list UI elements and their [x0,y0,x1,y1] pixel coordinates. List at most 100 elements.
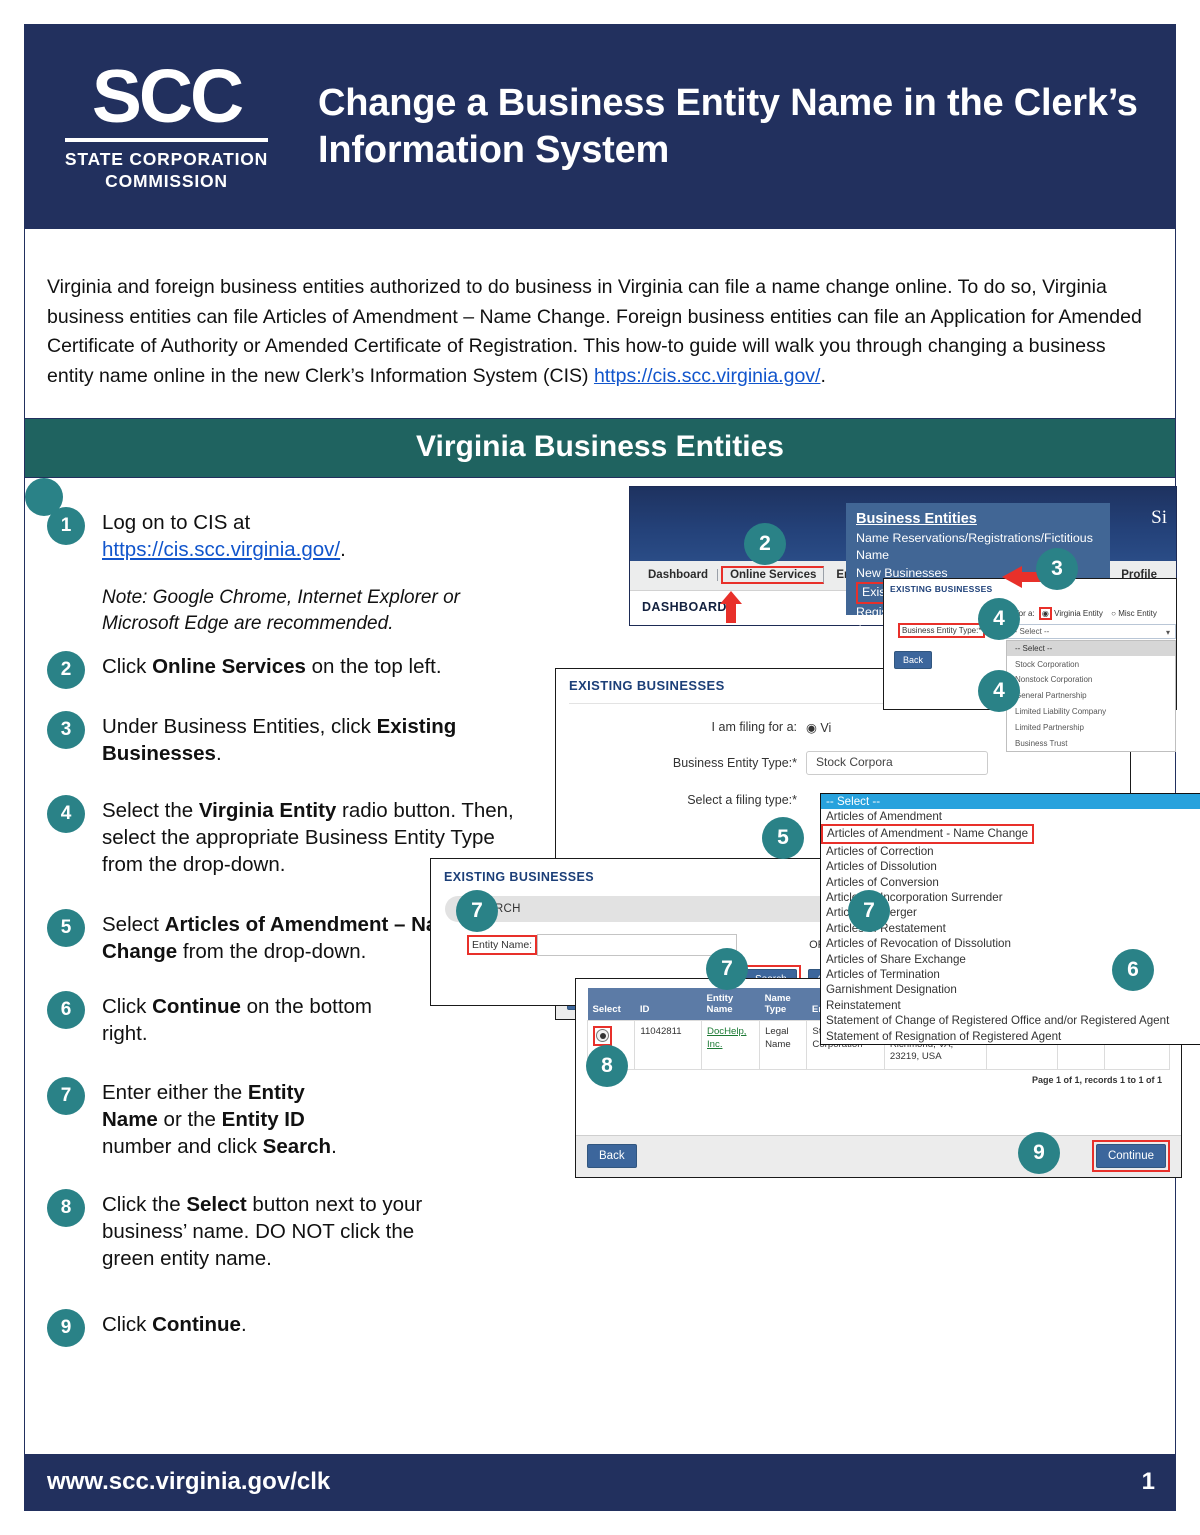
step-9-p1: Click [102,1312,153,1336]
nav-item-dashboard[interactable]: Dashboard [639,569,719,581]
select-radio[interactable] [596,1029,609,1043]
sign-out-text[interactable]: Si [1151,507,1167,529]
step-2: 2 Click Online Services on the top left. [47,650,517,689]
misc-entity-radio[interactable]: ○ [1111,609,1116,618]
page-footer: www.scc.virginia.gov/clk 1 [25,1454,1175,1510]
step-2-text: Click Online Services on the top left. [102,650,442,689]
results-back-button[interactable]: Back [587,1144,637,1168]
entity-name-input[interactable] [537,933,738,956]
callout-4-top-placeholder [25,477,63,516]
step-1-line: Log on to CIS at [102,510,251,534]
step-7-text: Enter either the Entity Name or the Enti… [102,1076,347,1161]
col-select: Select [587,987,635,1021]
step-5-p2: from the drop-down. [177,939,367,963]
cell-entity-name-link[interactable]: DocHelp, Inc. [707,1026,746,1049]
cell-name-type: Legal Name [759,1020,808,1070]
filing-option-reinstatement[interactable]: Reinstatement [821,998,1200,1013]
step-7-badge: 7 [47,1076,85,1115]
option-limited-partnership[interactable]: Limited Partnership [1007,719,1175,735]
filing-type-label: Select a filing type:* [687,792,797,807]
step-8-text: Click the Select button next to your bus… [102,1188,427,1273]
step-6-text: Click Continue on the bottom right. [102,990,377,1048]
step-2-p1: Click [102,654,153,678]
step-1: 1 Log on to CIS at https://cis.scc.virgi… [47,506,517,637]
logo-acronym: SCC [91,53,244,138]
results-continue-button[interactable]: Continue [1095,1144,1166,1168]
menu-title: Business Entities [856,510,977,527]
callout-3: 3 [1036,547,1078,590]
step-8-b1: Select [186,1192,247,1216]
callout-7-right: 7 [848,889,890,932]
option-nonstock-corporation[interactable]: Nonstock Corporation [1007,672,1175,688]
callout-7-bottom: 7 [706,947,748,990]
filing-for-label-c: I am filing for a: [711,720,797,734]
screenshot-entity-type: EXISTING BUSINESSES I am filing for a: ◉… [883,577,1177,752]
step-9: 9 Click Continue. [47,1308,377,1347]
step-3-badge: 3 [47,710,85,749]
nav-item-online-services[interactable]: Online Services [721,566,825,584]
step-3-p1: Under Business Entities, click [102,714,377,738]
step-3-p2: . [215,741,222,765]
cis-link[interactable]: https://cis.scc.virginia.gov/ [594,365,821,387]
filing-option-articles-of-revocation-of-dissolution[interactable]: Articles of Revocation of Dissolution [821,936,1200,951]
business-entity-type-value-c[interactable]: Stock Corpora [806,750,988,775]
filing-option-articles-of-amendment-name-change[interactable]: Articles of Amendment - Name Change [821,824,1035,844]
step-7-b3: Search [262,1135,332,1158]
step-3-text: Under Business Entities, click Existing … [102,710,517,768]
filing-option-articles-of-correction[interactable]: Articles of Correction [821,844,1200,859]
filing-option-statement-of-change-registered-office[interactable]: Statement of Change of Registered Office… [821,1013,1200,1028]
entity-type-row-c: Business Entity Type:* Stock Corpora [556,750,1130,775]
step-2-b1: Online Services [152,654,306,678]
option-select[interactable]: -- Select -- [1007,640,1175,657]
results-continue-wrap: Continue [1091,1140,1170,1172]
entity-type-back-button[interactable]: Back [894,650,933,669]
section-header-virginia-business-entities: Virginia Business Entities [25,417,1175,478]
misc-entity-label: Misc Entity [1118,608,1157,618]
col-id: ID [634,987,702,1021]
entity-type-options[interactable]: -- Select -- Stock Corporation Nonstock … [1006,639,1176,752]
step-9-badge: 9 [47,1308,85,1347]
step-9-b1: Continue [152,1312,241,1336]
filing-option-articles-of-dissolution[interactable]: Articles of Dissolution [821,859,1200,874]
filing-option-articles-of-amendment[interactable]: Articles of Amendment [821,809,1200,824]
masthead: SCC STATE CORPORATION COMMISSION Change … [25,25,1175,229]
results-footer: Back Continue [576,1134,1181,1177]
option-limited-liability-company[interactable]: Limited Liability Company [1007,704,1175,720]
step-1-text: Log on to CIS at https://cis.scc.virgini… [102,506,517,637]
step-6: 6 Click Continue on the bottom right. [47,990,377,1048]
logo-line-1: STATE CORPORATION [64,148,269,169]
filing-option-statement-of-resignation-registered-agent[interactable]: Statement of Resignation of Registered A… [821,1029,1200,1044]
footer-url[interactable]: www.scc.virginia.gov/clk [47,1468,330,1496]
step-9-text: Click Continue. [102,1308,247,1347]
option-stock-corporation[interactable]: Stock Corporation [1007,656,1175,672]
business-entity-type-select[interactable]: -- Select -- ▾ [1006,623,1176,639]
option-general-partnership[interactable]: General Partnership [1007,688,1175,704]
footer-page-number: 1 [1141,1468,1155,1495]
callout-8: 8 [586,1044,628,1087]
filing-option-select[interactable]: -- Select -- [821,793,1200,809]
step-2-badge: 2 [47,650,85,689]
step-7: 7 Enter either the Entity Name or the En… [47,1076,347,1161]
step-2-p2: on the top left. [305,654,442,678]
intro-text-tail: . [820,364,826,387]
option-business-trust[interactable]: Business Trust [1007,735,1175,751]
step-7-p4: . [331,1135,337,1158]
filing-option-articles-of-conversion[interactable]: Articles of Conversion [821,875,1200,890]
select-radio-highlight [593,1026,612,1047]
virginia-entity-radio-c[interactable]: ◉ Vi [806,720,831,735]
step-8-p1: Click the [102,1192,187,1216]
logo-line-2: COMMISSION [105,170,228,191]
step-1-note: Note: Google Chrome, Internet Explorer o… [102,587,461,634]
step-7-p3: number and click [102,1135,263,1158]
business-entity-type-label-c: Business Entity Type:* [672,755,797,770]
step-6-badge: 6 [47,990,85,1029]
scc-logo: SCC STATE CORPORATION COMMISSION [59,53,274,193]
step-4-badge: 4 [47,794,85,833]
virginia-entity-radio[interactable]: ◉ [1038,606,1052,620]
callout-4-top: 4 [978,597,1020,640]
step-1-link[interactable]: https://cis.scc.virginia.gov/ [102,538,340,561]
entity-name-label: Entity Name: [467,934,538,955]
step-6-b1: Continue [152,994,241,1018]
step-7-b2: Entity ID [221,1107,305,1131]
cell-id: 11042811 [634,1020,703,1070]
